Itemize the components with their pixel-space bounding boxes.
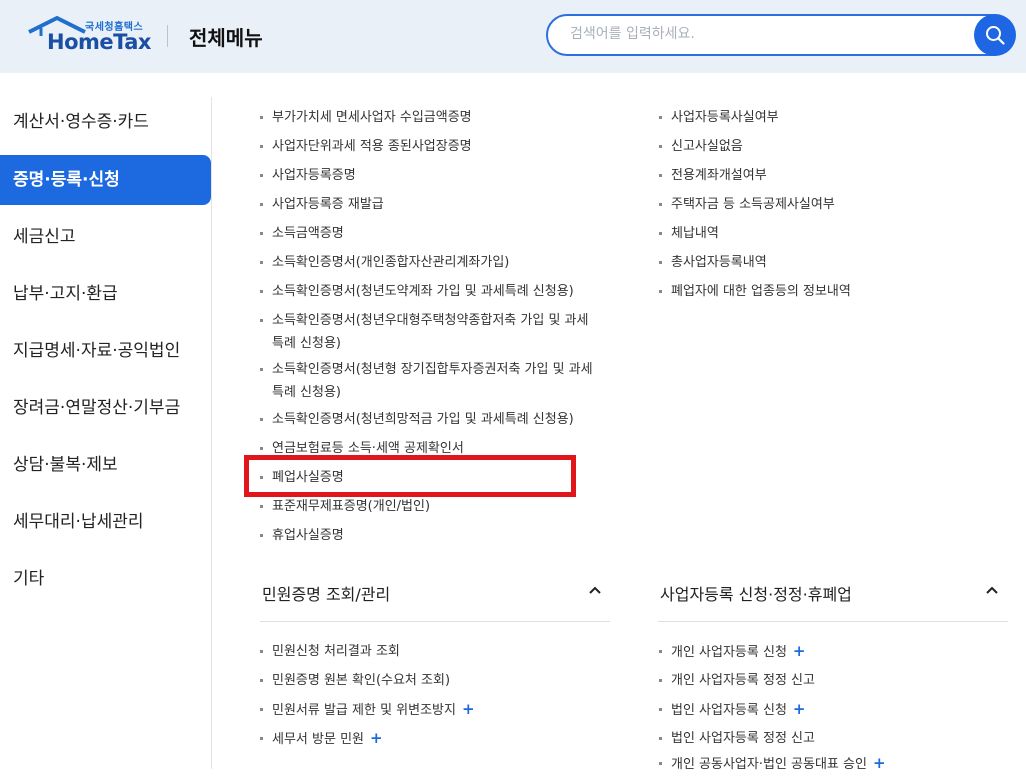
menu-link[interactable]: 소득확인증명서(청년도약계좌 가입 및 과세특례 신청용)	[260, 280, 574, 303]
menu-link[interactable]: 표준재무제표증명(개인/법인)	[260, 495, 430, 518]
menu-link[interactable]: 개인 사업자등록 신청 +	[659, 640, 805, 664]
sidebar-item-etc[interactable]: 기타	[0, 554, 211, 604]
sidebar-item-incentives[interactable]: 장려금·연말정산·기부금	[0, 383, 211, 433]
sidebar-item-tax-filing[interactable]: 세금신고	[0, 212, 211, 262]
menu-link[interactable]: 사업자단위과세 적용 종된사업장증명	[260, 135, 472, 158]
expand-plus-icon[interactable]: +	[793, 642, 806, 660]
chevron-up-icon[interactable]	[587, 582, 603, 598]
menu-link[interactable]: 신고사실없음	[659, 135, 743, 158]
menu-link[interactable]: 주택자금 등 소득공제사실여부	[659, 193, 835, 216]
menu-link-label: 민원증명 원본 확인(수요처 조회)	[272, 673, 451, 688]
search-box	[546, 14, 1014, 56]
menu-link[interactable]: 법인 사업자등록 정정 신고	[659, 727, 815, 750]
menu-link[interactable]: 소득확인증명서(청년형 장기집합투자증권저축 가입 및 과세특례 신청용)	[260, 358, 597, 404]
menu-link-label: 법인 사업자등록 신청	[671, 703, 787, 718]
menu-link[interactable]: 폐업자에 대한 업종등의 정보내역	[659, 280, 851, 303]
menu-link[interactable]: 휴업사실증명	[260, 524, 344, 547]
menu-link[interactable]: 개인 공동사업자·법인 공동대표 승인 +	[659, 752, 886, 776]
sidebar-item-certificates[interactable]: 증명·등록·신청	[0, 155, 211, 205]
menu-link[interactable]: 민원서류 발급 제한 및 위변조방지 +	[260, 698, 475, 722]
menu-link-label: 개인 사업자등록 정정 신고	[671, 673, 815, 688]
menu-link-label: 개인 사업자등록 신청	[671, 645, 787, 660]
section-title-business[interactable]: 사업자등록 신청·정정·휴폐업	[660, 581, 852, 605]
menu-link[interactable]: 소득확인증명서(청년우대형주택청약종합저축 가입 및 과세특례 신청용)	[260, 309, 597, 355]
menu-link[interactable]: 소득금액증명	[260, 222, 344, 245]
logo-wordmark: HomeTax	[47, 30, 151, 54]
hometax-logo[interactable]: 국세청홈택스 HomeTax	[27, 16, 151, 56]
section-divider	[658, 621, 1008, 622]
menu-link[interactable]: 총사업자등록내역	[659, 251, 767, 274]
chevron-up-icon[interactable]	[984, 582, 1000, 598]
header: 국세청홈택스 HomeTax 전체메뉴	[0, 0, 1026, 73]
menu-link[interactable]: 사업자등록증 재발급	[260, 193, 384, 216]
menu-link[interactable]: 전용계좌개설여부	[659, 164, 767, 187]
menu-link[interactable]: 세무서 방문 민원 +	[260, 727, 383, 751]
section-divider	[260, 621, 610, 622]
sidebar-item-invoices[interactable]: 계산서·영수증·카드	[0, 97, 211, 147]
page-title: 전체메뉴	[189, 26, 263, 50]
sidebar-item-consult[interactable]: 상담·불복·제보	[0, 440, 211, 490]
sidebar-item-payment[interactable]: 납부·고지·환급	[0, 269, 211, 319]
menu-link-label: 민원신청 처리결과 조회	[272, 644, 400, 659]
expand-plus-icon[interactable]: +	[873, 754, 886, 772]
sidebar-item-statements[interactable]: 지급명세·자료·공익법인	[0, 326, 211, 376]
menu-link[interactable]: 소득확인증명서(개인종합자산관리계좌가입)	[260, 251, 509, 274]
search-icon	[986, 26, 1005, 45]
expand-plus-icon[interactable]: +	[793, 700, 806, 718]
menu-link[interactable]: 민원신청 처리결과 조회	[260, 640, 400, 663]
menu-link-label: 법인 사업자등록 정정 신고	[671, 731, 815, 746]
search-input[interactable]	[568, 25, 972, 43]
menu-link[interactable]: 부가가치세 면세사업자 수입금액증명	[260, 106, 472, 129]
menu-link[interactable]: 개인 사업자등록 정정 신고	[659, 669, 815, 692]
expand-plus-icon[interactable]: +	[462, 700, 475, 718]
menu-link-label: 세무서 방문 민원	[272, 732, 364, 747]
menu-link[interactable]: 사업자등록증명	[260, 164, 356, 187]
section-title-civil[interactable]: 민원증명 조회/관리	[262, 581, 390, 605]
menu-link-label: 개인 공동사업자·법인 공동대표 승인	[671, 757, 867, 772]
sidebar-divider	[211, 97, 212, 769]
expand-plus-icon[interactable]: +	[370, 729, 383, 747]
sidebar-item-agency[interactable]: 세무대리·납세관리	[0, 497, 211, 547]
search-button[interactable]	[974, 14, 1016, 56]
menu-link[interactable]: 법인 사업자등록 신청 +	[659, 698, 805, 722]
menu-link[interactable]: 체납내역	[659, 222, 719, 245]
header-divider	[167, 25, 168, 47]
menu-link[interactable]: 사업자등록사실여부	[659, 106, 779, 129]
menu-link-label: 민원서류 발급 제한 및 위변조방지	[272, 703, 456, 718]
menu-link[interactable]: 소득확인증명서(청년희망적금 가입 및 과세특례 신청용)	[260, 408, 574, 431]
highlight-box	[244, 455, 576, 497]
menu-link[interactable]: 민원증명 원본 확인(수요처 조회)	[260, 669, 450, 692]
